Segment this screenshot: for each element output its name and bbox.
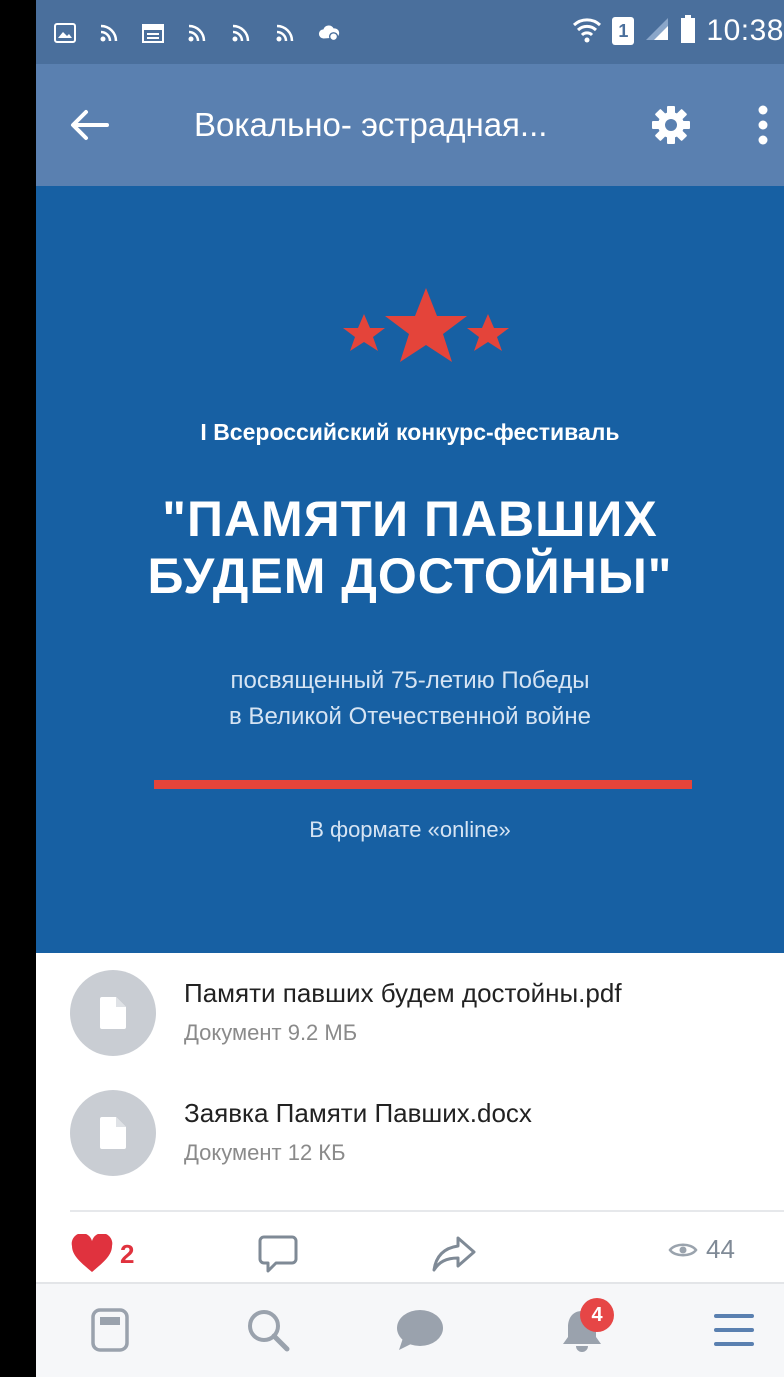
status-bar: 1 10:38 [36, 0, 784, 64]
share-icon [432, 1236, 476, 1272]
document-meta: Документ 9.2 МБ [184, 1020, 358, 1045]
heart-icon [71, 1234, 113, 1272]
document-attachment[interactable]: Памяти павших будем достойны.pdf Докумен… [36, 970, 784, 1070]
cloud-sync-icon [318, 22, 340, 44]
messages-icon [397, 1310, 443, 1350]
banner-subtitle-line2: в Великой Отечественной войне [229, 703, 591, 730]
nav-menu[interactable] [708, 1304, 760, 1356]
post-banner-image[interactable]: I Всероссийский конкурс-фестиваль "ПАМЯТ… [36, 186, 784, 953]
nav-search[interactable] [242, 1304, 294, 1356]
banner-subtitle-line1: посвященный 75-летию Победы [230, 667, 590, 694]
document-name: Заявка Памяти Павших.docx [184, 1098, 532, 1128]
nav-messages[interactable] [394, 1304, 446, 1356]
sim-card-icon: 1 [612, 17, 635, 45]
rss-icon [274, 22, 296, 44]
signal-icon [644, 16, 670, 47]
like-button[interactable]: 2 [70, 1234, 134, 1274]
app-header: Вокально- эстрадная... [36, 64, 784, 186]
document-icon [70, 970, 156, 1056]
banner-title-line1: "ПАМЯТИ ПАВШИХ [162, 491, 658, 547]
settings-button[interactable] [648, 102, 694, 148]
nav-news[interactable] [84, 1304, 136, 1356]
views-count: 44 [706, 1234, 735, 1264]
document-icon [70, 1090, 156, 1176]
document-attachment[interactable]: Заявка Памяти Павших.docx Документ 12 КБ [36, 1090, 784, 1190]
document-meta: Документ 12 КБ [184, 1140, 346, 1165]
comment-icon [258, 1235, 298, 1273]
banner-format: В формате «online» [309, 817, 511, 842]
gear-icon [652, 106, 690, 144]
rss-icon [230, 22, 252, 44]
notifications-badge: 4 [580, 1298, 614, 1332]
post-actions: 2 44 [36, 1228, 784, 1280]
banner-divider [154, 780, 692, 789]
stars-icon [343, 288, 509, 362]
image-icon [54, 22, 76, 44]
page-title: Вокально- эстрадная... [194, 106, 548, 143]
share-button[interactable] [432, 1234, 476, 1274]
battery-icon [680, 14, 696, 48]
status-indicators: 1 10:38 [572, 14, 784, 48]
nav-notifications[interactable]: 4 [556, 1298, 614, 1356]
sim-slot-number: 1 [618, 20, 629, 41]
banner-title-line2: БУДЕМ ДОСТОЙНЫ" [147, 548, 673, 604]
eye-icon [668, 1243, 698, 1256]
more-options-button[interactable] [748, 100, 778, 150]
menu-icon [714, 1314, 754, 1346]
search-icon [248, 1310, 290, 1352]
banner-title: "ПАМЯТИ ПАВШИХ БУДЕМ ДОСТОЙНЫ" [36, 491, 784, 605]
rss-icon [98, 22, 120, 44]
calendar-icon [142, 22, 164, 44]
like-count: 2 [120, 1238, 135, 1269]
back-button[interactable] [66, 102, 112, 148]
views-counter: 44 [668, 1234, 735, 1265]
clock: 10:38 [706, 14, 784, 47]
wifi-icon [572, 15, 602, 48]
banner-subtitle: посвященный 75-летию Победы в Великой От… [36, 663, 784, 735]
banner-kicker: I Всероссийский конкурс-фестиваль [200, 419, 620, 445]
bottom-navigation: 4 [36, 1282, 784, 1377]
news-icon [91, 1308, 129, 1352]
divider [70, 1210, 784, 1212]
notification-icons [54, 22, 340, 44]
rss-icon [186, 22, 208, 44]
document-name: Памяти павших будем достойны.pdf [184, 978, 622, 1008]
app-screen: 1 10:38 Вокально- эстрадная... I Всеросс… [36, 0, 784, 1377]
arrow-left-icon [71, 110, 109, 140]
more-vertical-icon [758, 105, 768, 145]
comment-button[interactable] [258, 1234, 298, 1274]
